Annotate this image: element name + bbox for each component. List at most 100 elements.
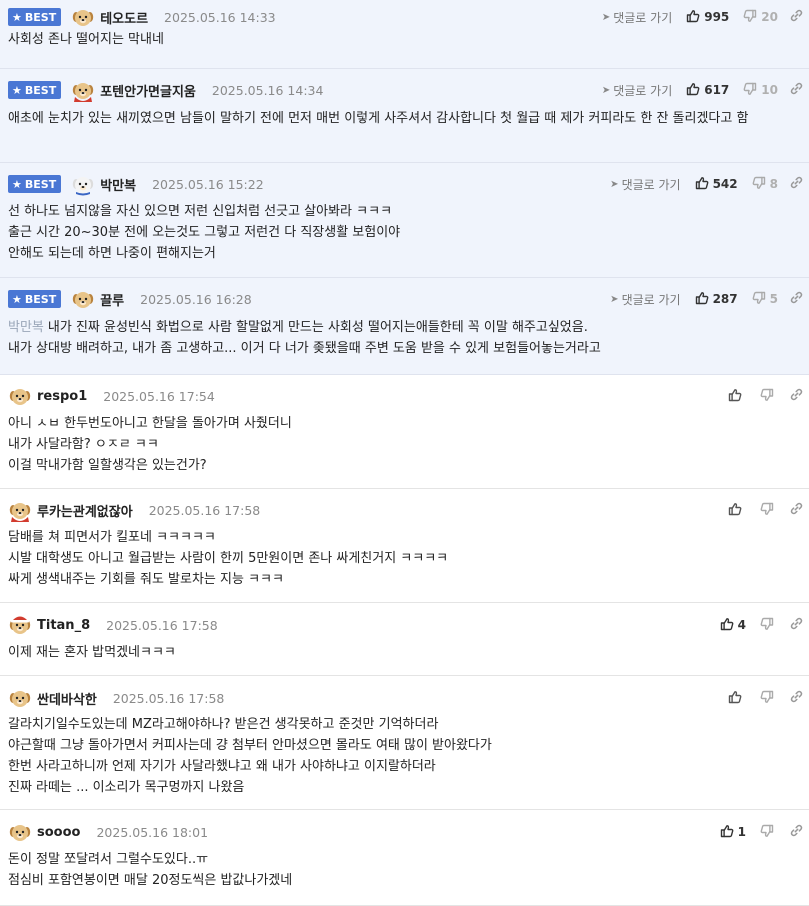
dislike-count: 5: [769, 292, 778, 306]
best-badge: ★ BEST: [8, 290, 62, 308]
reply-link-label: 댓글로 가기: [621, 292, 681, 307]
share-link-button[interactable]: [790, 502, 803, 519]
avatar[interactable]: [8, 820, 32, 844]
comment-text-line: 시발 대학생도 아니고 월급받는 사람이 한끼 5만원이면 존나 싸게친거지 ㅋ…: [8, 548, 797, 569]
avatar[interactable]: [8, 686, 32, 710]
avatar[interactable]: [8, 498, 32, 522]
comment-item: 싼데바삭한 2025.05.16 17:58 갈라치기일수도있는데 MZ라고해야하나…: [0, 676, 809, 810]
comment-text: 선 하나도 넘지않을 자신 있으면 저런 신입처럼 선긋고 살아봐라 ㅋㅋㅋ: [8, 204, 393, 219]
like-button[interactable]: 542: [695, 176, 738, 193]
comment-item: 루카는관계없잖아 2025.05.16 17:58 담배를 쳐 피면서가 킬포네 ㅋ…: [0, 489, 809, 603]
nickname[interactable]: 테오도르: [100, 8, 148, 27]
arrow-icon: ➤: [601, 84, 611, 96]
timestamp: 2025.05.16 14:34: [211, 82, 324, 98]
thumbs-down-icon: [760, 824, 778, 841]
share-link-button[interactable]: [790, 176, 803, 193]
link-icon: [790, 82, 803, 99]
like-count: 542: [712, 177, 738, 191]
share-link-button[interactable]: [790, 9, 803, 26]
dislike-button[interactable]: [760, 690, 778, 707]
comment-body: 갈라치기일수도있는데 MZ라고해야하나? 받은건 생각못하고 준것만 기억하더라…: [8, 714, 797, 798]
avatar[interactable]: [71, 172, 95, 196]
comment-header: ★ BEST 포텐안가면글지움 2025.05.16 14:34 ➤ 댓글로 가기 617 1…: [8, 78, 803, 102]
nickname[interactable]: Titan_8: [37, 618, 90, 633]
nickname[interactable]: soooo: [37, 825, 80, 840]
go-to-reply-link[interactable]: ➤ 댓글로 가기: [602, 82, 672, 99]
thumbs-down-icon: [743, 82, 761, 99]
dislike-button[interactable]: [760, 617, 778, 634]
comment-text: 이걸 막내가함 일할생각은 있는건가?: [8, 458, 207, 473]
comment-item: ★ BEST 포텐안가면글지움 2025.05.16 14:34 ➤ 댓글로 가기 617 1…: [0, 69, 809, 163]
comment-text-line: 안해도 되는데 하면 나중이 편해지는거: [8, 243, 797, 264]
avatar[interactable]: [71, 5, 95, 29]
like-button[interactable]: [728, 388, 746, 405]
comment-body: 사회성 존나 떨어지는 막내네: [8, 29, 797, 50]
dislike-button[interactable]: [760, 502, 778, 519]
comment-header: ★ BEST 끌루 2025.05.16 16:28 ➤ 댓글로 가기 287 5: [8, 287, 803, 311]
thumbs-down-icon: [760, 690, 778, 707]
dislike-button[interactable]: 8: [752, 176, 778, 193]
thumbs-down-icon: [743, 9, 761, 26]
like-button[interactable]: 287: [695, 291, 738, 308]
go-to-reply-link[interactable]: ➤ 댓글로 가기: [610, 291, 680, 308]
share-link-button[interactable]: [790, 824, 803, 841]
comment-text: 사회성 존나 떨어지는 막내네: [8, 32, 164, 47]
go-to-reply-link[interactable]: ➤ 댓글로 가기: [602, 9, 672, 26]
thumbs-up-icon: [728, 690, 746, 707]
comment-text-line: 야근할때 그냥 돌아가면서 커피사는데 걍 첨부터 안마셨으면 몰라도 여태 많…: [8, 735, 797, 756]
nickname[interactable]: 루카는관계없잖아: [37, 501, 133, 520]
go-to-reply-link[interactable]: ➤ 댓글로 가기: [610, 176, 680, 193]
share-link-button[interactable]: [790, 82, 803, 99]
share-link-button[interactable]: [790, 617, 803, 634]
avatar[interactable]: [8, 384, 32, 408]
nickname[interactable]: 끌루: [100, 290, 124, 309]
comment-text-line: 이걸 막내가함 일할생각은 있는건가?: [8, 455, 797, 476]
link-icon: [790, 388, 803, 405]
like-button[interactable]: 617: [686, 82, 729, 99]
dislike-button[interactable]: 5: [752, 291, 778, 308]
dislike-count: 8: [769, 177, 778, 191]
thumbs-up-icon: [695, 176, 713, 193]
like-button[interactable]: 1: [720, 824, 746, 841]
share-link-button[interactable]: [790, 291, 803, 308]
thumbs-down-icon: [752, 176, 770, 193]
share-link-button[interactable]: [790, 388, 803, 405]
mention-link[interactable]: 박만복: [8, 320, 44, 335]
comment-item: soooo 2025.05.16 18:01 1 돈이 정말 쪼달려서 그럴수도있다.…: [0, 810, 809, 906]
nickname[interactable]: 박만복: [100, 175, 136, 194]
comment-body: 선 하나도 넘지않을 자신 있으면 저런 신입처럼 선긋고 살아봐라 ㅋㅋㅋ 출근…: [8, 201, 797, 264]
dislike-button[interactable]: [760, 388, 778, 405]
comment-text-line: 출근 시간 20~30분 전에 오는것도 그렇고 저런건 다 직장생활 보험이야: [8, 222, 797, 243]
comment-text: 이제 재는 혼자 밥먹겠네ㅋㅋㅋ: [8, 645, 176, 660]
comment-header: respo1 2025.05.16 17:54: [8, 384, 803, 408]
avatar[interactable]: [71, 287, 95, 311]
comment-text: 아니 ㅅㅂ 한두번도아니고 한달을 돌아가며 사줬더니: [8, 416, 292, 431]
like-count: 995: [704, 10, 730, 24]
timestamp: 2025.05.16 17:58: [112, 690, 225, 706]
thumbs-up-icon: [720, 824, 738, 841]
nickname[interactable]: 포텐안가면글지움: [100, 81, 196, 100]
avatar[interactable]: [8, 613, 32, 637]
comment-text-line: 점심비 포함연봉이면 매달 20정도씩은 밥값나가겠네: [8, 870, 797, 891]
comment-header: 루카는관계없잖아 2025.05.16 17:58: [8, 498, 803, 522]
thumbs-up-icon: [728, 502, 746, 519]
comment-text-line: 박만복 내가 진짜 윤성빈식 화법으로 사람 할말없게 만드는 사회성 떨어지는애…: [8, 317, 797, 338]
thumbs-up-icon: [695, 291, 713, 308]
dislike-button[interactable]: [760, 824, 778, 841]
like-button[interactable]: 4: [720, 617, 746, 634]
nickname[interactable]: respo1: [37, 389, 87, 404]
dislike-button[interactable]: 10: [743, 82, 778, 99]
dislike-button[interactable]: 20: [743, 9, 778, 26]
comment-text-line: 담배를 쳐 피면서가 킬포네 ㅋㅋㅋㅋㅋ: [8, 527, 797, 548]
best-badge-label: BEST: [24, 177, 57, 191]
share-link-button[interactable]: [790, 690, 803, 707]
nickname[interactable]: 싼데바삭한: [37, 689, 97, 708]
reply-link-label: 댓글로 가기: [621, 177, 681, 192]
like-button[interactable]: 995: [686, 9, 729, 26]
like-button[interactable]: [728, 502, 746, 519]
avatar[interactable]: [71, 78, 95, 102]
like-button[interactable]: [728, 690, 746, 707]
comment-list: ★ BEST 테오도르 2025.05.16 14:33 ➤ 댓글로 가기 995 20 사회성…: [0, 0, 809, 906]
like-count: 287: [712, 292, 738, 306]
comment-text: 야근할때 그냥 돌아가면서 커피사는데 걍 첨부터 안마셨으면 몰라도 여태 많…: [8, 738, 492, 753]
